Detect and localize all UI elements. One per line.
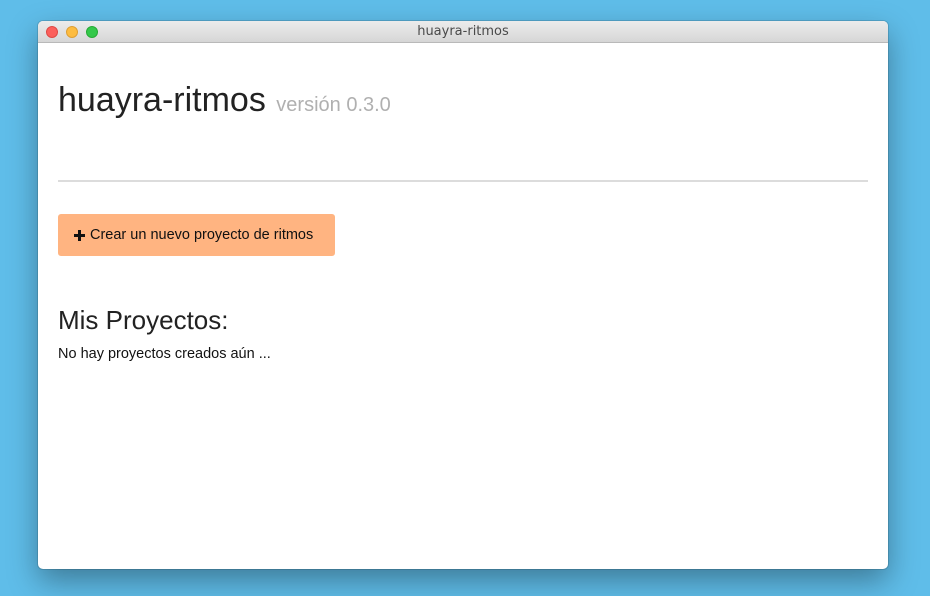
empty-projects-message: No hay proyectos creados aún ... [58, 346, 271, 362]
plus-icon [74, 229, 85, 241]
app-window: huayra-ritmos huayra-ritmos versión 0.3.… [38, 21, 888, 569]
window-title: huayra-ritmos [417, 24, 509, 39]
projects-section-title: Mis Proyectos: [58, 305, 229, 335]
app-name: huayra-ritmos [58, 81, 266, 119]
main-content: huayra-ritmos versión 0.3.0 Crear un nue… [38, 43, 888, 362]
window-titlebar[interactable]: huayra-ritmos [38, 21, 888, 43]
app-version: versión 0.3.0 [276, 94, 391, 116]
new-project-button[interactable]: Crear un nuevo proyecto de ritmos [58, 214, 335, 256]
header-divider [58, 180, 868, 182]
app-header: huayra-ritmos versión 0.3.0 [58, 43, 868, 141]
new-project-button-label: Crear un nuevo proyecto de ritmos [90, 227, 314, 243]
